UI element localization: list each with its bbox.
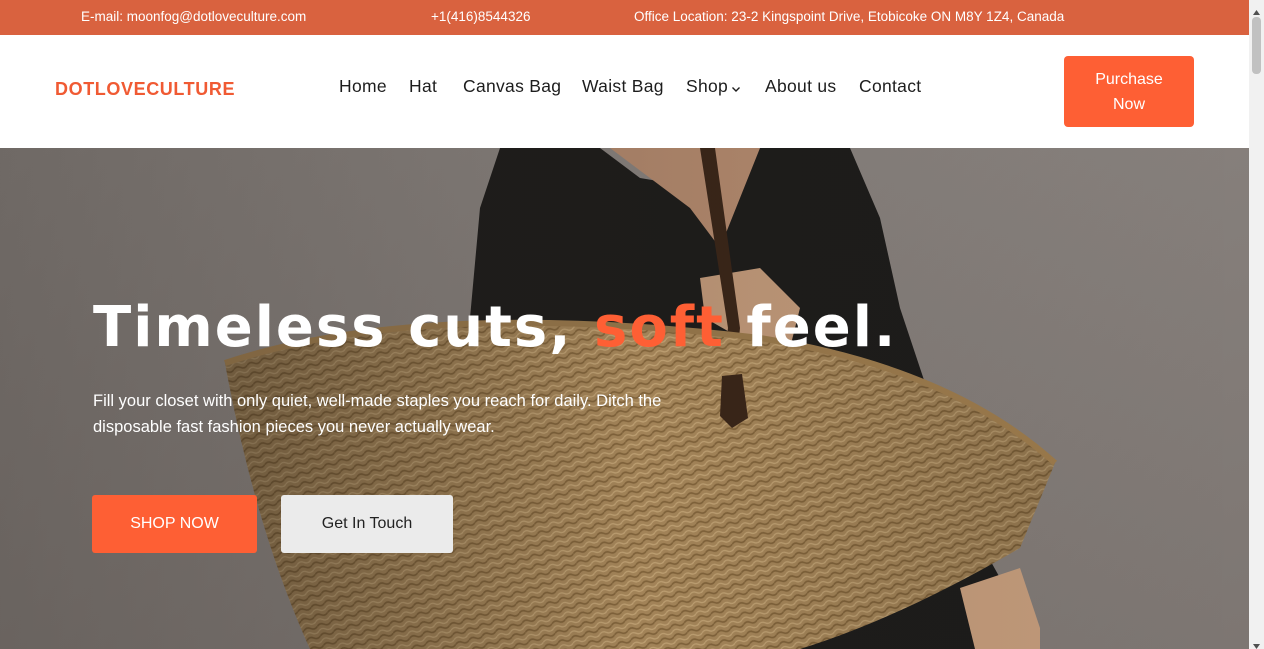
headline-accent: soft (594, 295, 725, 360)
hero-subtext: Fill your closet with only quiet, well-m… (93, 392, 662, 436)
main-nav: Home Hat Canvas Bag Waist Bag Shop About… (0, 76, 1249, 98)
nav-shop-label: Shop (686, 76, 729, 96)
nav-shop[interactable]: Shop (686, 76, 741, 98)
office-location: Office Location: 23-2 Kingspoint Drive, … (634, 9, 1065, 24)
chevron-down-icon (731, 77, 741, 98)
triangle-down-icon[interactable] (1252, 637, 1261, 649)
shop-now-button[interactable]: SHOP NOW (92, 495, 257, 553)
scrollbar-thumb[interactable] (1252, 17, 1261, 74)
nav-about-us[interactable]: About us (765, 76, 836, 97)
headline-part-2: feel. (724, 295, 898, 360)
purchase-now-button[interactable]: Purchase Now (1064, 56, 1194, 127)
headline-part-1: Timeless cuts, (93, 295, 594, 360)
nav-canvas-bag[interactable]: Canvas Bag (463, 76, 561, 97)
top-info-bar: E-mail: moonfog@dotloveculture.com +1(41… (0, 0, 1249, 35)
site-header: DOTLOVECULTURE Home Hat Canvas Bag Waist… (0, 35, 1249, 148)
get-in-touch-button[interactable]: Get In Touch (281, 495, 453, 553)
hero-section: Timeless cuts, soft feel. Fill your clos… (0, 148, 1249, 649)
nav-waist-bag[interactable]: Waist Bag (582, 76, 664, 97)
nav-contact[interactable]: Contact (859, 76, 921, 97)
page-scrollbar[interactable] (1249, 0, 1264, 649)
contact-phone[interactable]: +1(416)8544326 (431, 9, 530, 24)
contact-email[interactable]: E-mail: moonfog@dotloveculture.com (81, 9, 306, 24)
hero-headline: Timeless cuts, soft feel. (93, 295, 897, 360)
nav-home[interactable]: Home (339, 76, 387, 97)
nav-hat[interactable]: Hat (409, 76, 437, 97)
